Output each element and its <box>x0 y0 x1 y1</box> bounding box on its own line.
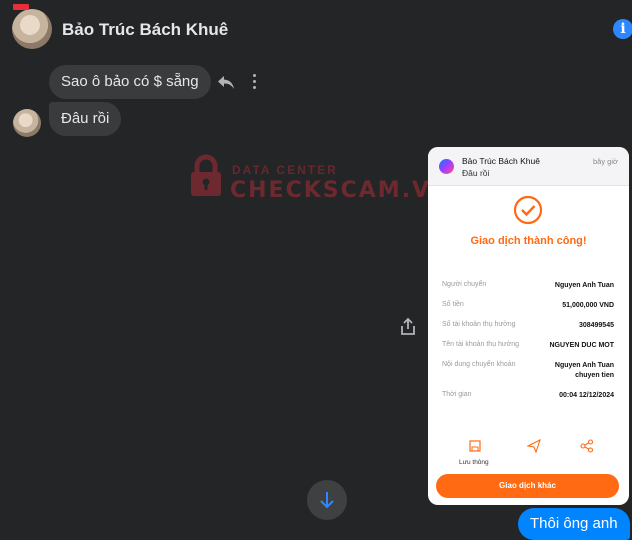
push-notification: Bảo Trúc Bách Khuê Đâu rồi bây giờ <box>428 147 629 186</box>
watermark-small-text: DATA CENTER <box>232 163 338 177</box>
incoming-message[interactable]: Đâu rồi <box>49 102 122 136</box>
detail-label: Số tiền <box>442 301 464 308</box>
success-title: Giao dịch thành công! <box>470 235 587 247</box>
save-icon <box>469 440 481 452</box>
story-badge <box>13 4 29 10</box>
save-label: Lưu thông <box>459 459 489 466</box>
detail-label: Người chuyển <box>442 281 487 288</box>
outgoing-message[interactable]: Thôi ông anh <box>518 508 630 540</box>
arrow-down-icon <box>320 492 334 509</box>
detail-value: 308499545 <box>578 322 614 329</box>
notification-message: Đâu rồi <box>462 168 490 178</box>
detail-label: Tên tài khoản thụ hưởng <box>442 341 519 348</box>
contact-avatar[interactable] <box>12 9 52 49</box>
share-icon[interactable] <box>399 317 417 337</box>
detail-label: Thời gian <box>442 391 472 398</box>
notification-sender: Bảo Trúc Bách Khuê <box>462 156 540 166</box>
messenger-icon <box>439 159 454 174</box>
detail-label: Số tài khoản thụ hưởng <box>442 321 516 328</box>
image-attachment[interactable]: Bảo Trúc Bách Khuê Đâu rồi bây giờ Giao … <box>428 147 629 505</box>
info-icon[interactable]: i <box>613 19 632 39</box>
watermark-big-text: CHECKSCAM.VN <box>230 178 452 203</box>
send-icon <box>527 439 541 453</box>
detail-value: Nguyen Anh Tuan <box>554 282 614 289</box>
other-transaction-button: Giao dịch khác <box>436 474 619 498</box>
detail-label: Nội dung chuyển khoản <box>442 361 516 368</box>
detail-value: NGUYEN DUC MOT <box>549 342 614 349</box>
detail-value: Nguyen Anh Tuan chuyen tien <box>554 362 614 379</box>
detail-value: 51,000,000 VND <box>562 302 614 309</box>
detail-value: 00:04 12/12/2024 <box>559 392 614 399</box>
incoming-message[interactable]: Sao ô bảo có $ sẵng <box>49 65 211 99</box>
watermark: DATA CENTER CHECKSCAM.VN <box>186 150 449 210</box>
lock-icon <box>191 154 221 196</box>
more-vertical-icon[interactable] <box>251 72 257 92</box>
contact-name[interactable]: Bảo Trúc Bách Khuê <box>62 20 228 40</box>
sender-avatar[interactable] <box>13 109 41 137</box>
attachment-actions: Lưu thông <box>428 439 629 469</box>
scroll-to-bottom-button[interactable] <box>307 480 347 520</box>
notification-time: bây giờ <box>593 157 618 166</box>
check-circle-icon <box>513 195 543 225</box>
share-nodes-icon <box>580 439 594 453</box>
reply-icon[interactable] <box>216 73 236 91</box>
chat-header: Bảo Trúc Bách Khuê i <box>0 0 632 60</box>
